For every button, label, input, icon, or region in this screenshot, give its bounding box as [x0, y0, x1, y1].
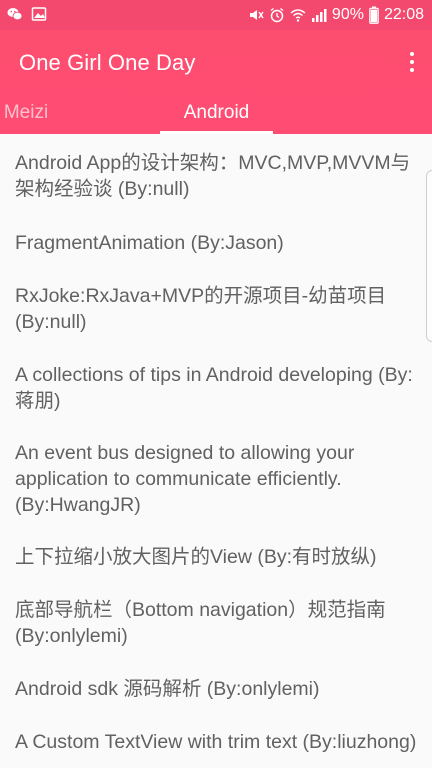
signal-icon — [311, 7, 327, 23]
app-bar: One Girl One Day Meizi Android — [0, 30, 432, 134]
screen: 90% 22:08 One Girl One Day Meizi Android… — [0, 0, 432, 768]
status-time: 22:08 — [383, 6, 424, 23]
list-item[interactable]: RxJoke:RxJava+MVP的开源项目-幼苗项目 (By:null) — [15, 283, 420, 335]
alarm-icon — [269, 7, 285, 23]
wechat-icon — [7, 6, 23, 22]
list-item[interactable]: Android App的设计架构：MVC,MVP,MVVM与架构经验谈 (By:… — [15, 150, 420, 202]
scroll-handle[interactable] — [426, 170, 432, 342]
list-item[interactable]: FragmentAnimation (By:Jason) — [15, 230, 420, 256]
status-bar: 90% 22:08 — [0, 0, 432, 30]
article-list[interactable]: Android App的设计架构：MVC,MVP,MVVM与架构经验谈 (By:… — [0, 134, 432, 768]
app-title: One Girl One Day — [19, 50, 196, 75]
tab-meizi[interactable]: Meizi — [0, 94, 52, 134]
battery-icon — [369, 6, 379, 24]
list-item[interactable]: 底部导航栏（Bottom navigation）规范指南 (By:onlylem… — [15, 597, 420, 649]
wifi-icon — [290, 7, 306, 23]
list-item[interactable]: 上下拉缩小放大图片的View (By:有时放纵) — [15, 544, 420, 570]
more-vert-icon[interactable] — [406, 52, 418, 78]
status-bar-left — [7, 6, 47, 22]
tab-bar: Meizi Android — [0, 94, 432, 134]
tab-android[interactable]: Android — [160, 94, 273, 134]
list-item[interactable]: A Custom TextView with trim text (By:liu… — [15, 729, 420, 755]
battery-percentage: 90% — [331, 6, 364, 23]
list-item[interactable]: A collections of tips in Android develop… — [15, 362, 420, 414]
status-bar-right: 90% 22:08 — [248, 0, 424, 30]
list-item[interactable]: Android sdk 源码解析 (By:onlylemi) — [15, 676, 420, 702]
image-icon — [31, 6, 47, 22]
mute-icon — [248, 7, 264, 23]
list-item[interactable]: An event bus designed to allowing your a… — [15, 440, 420, 518]
